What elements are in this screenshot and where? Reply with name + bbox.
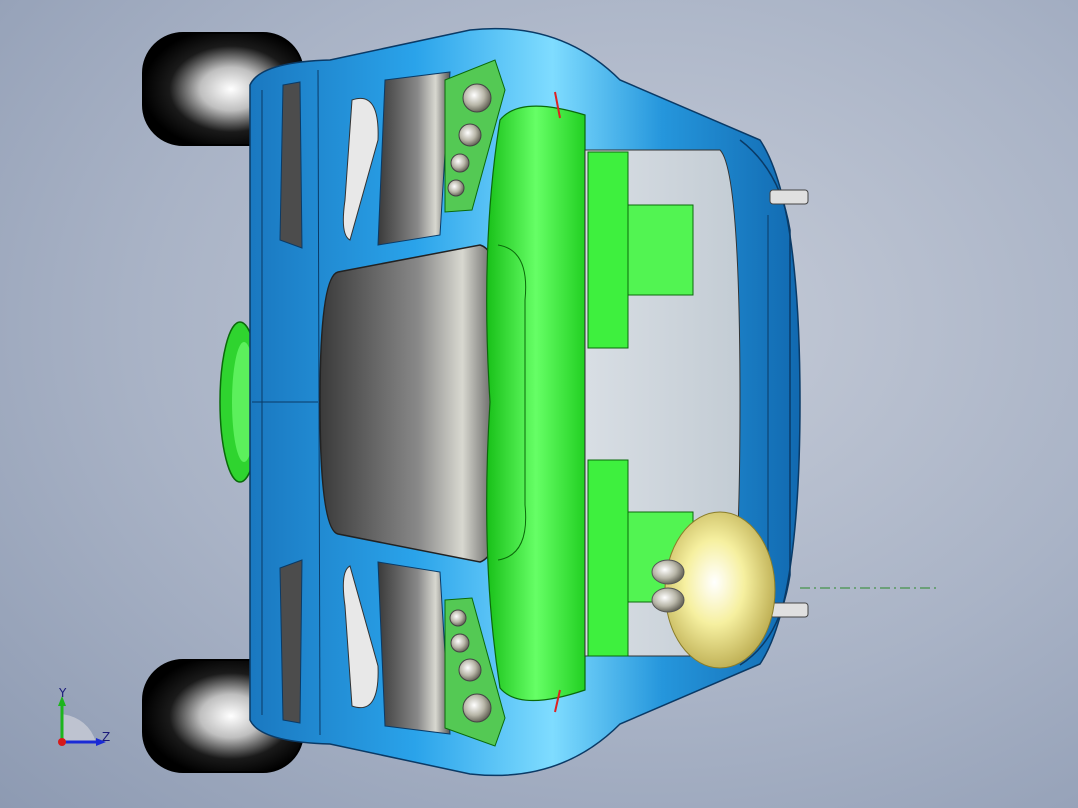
z-axis-label: Z <box>102 730 111 744</box>
x-axis-dot <box>58 738 66 746</box>
graphics-viewport[interactable]: Y Z <box>0 0 1078 808</box>
car-model[interactable] <box>0 0 1078 808</box>
green-hood <box>486 105 586 702</box>
coordinate-triad: Y Z <box>48 684 118 754</box>
roof-panel <box>319 244 499 563</box>
y-axis-label: Y <box>59 686 67 700</box>
